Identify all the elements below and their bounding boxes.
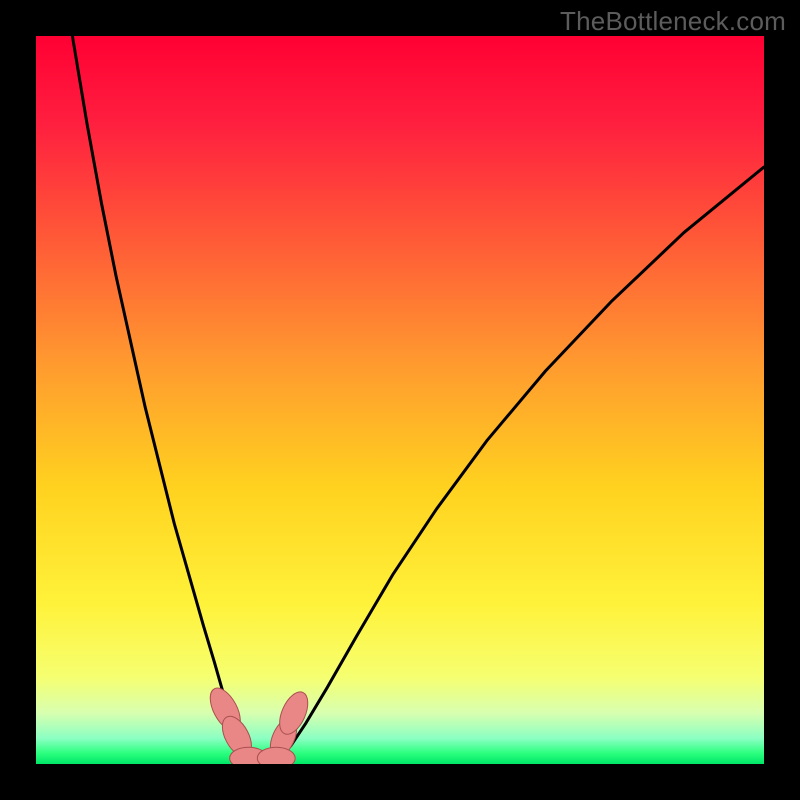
plot-area — [36, 36, 764, 764]
chart-frame: TheBottleneck.com — [0, 0, 800, 800]
series-right-curve — [269, 167, 764, 763]
curves-layer — [36, 36, 764, 764]
series-left-curve — [72, 36, 269, 763]
watermark-label: TheBottleneck.com — [560, 6, 786, 37]
